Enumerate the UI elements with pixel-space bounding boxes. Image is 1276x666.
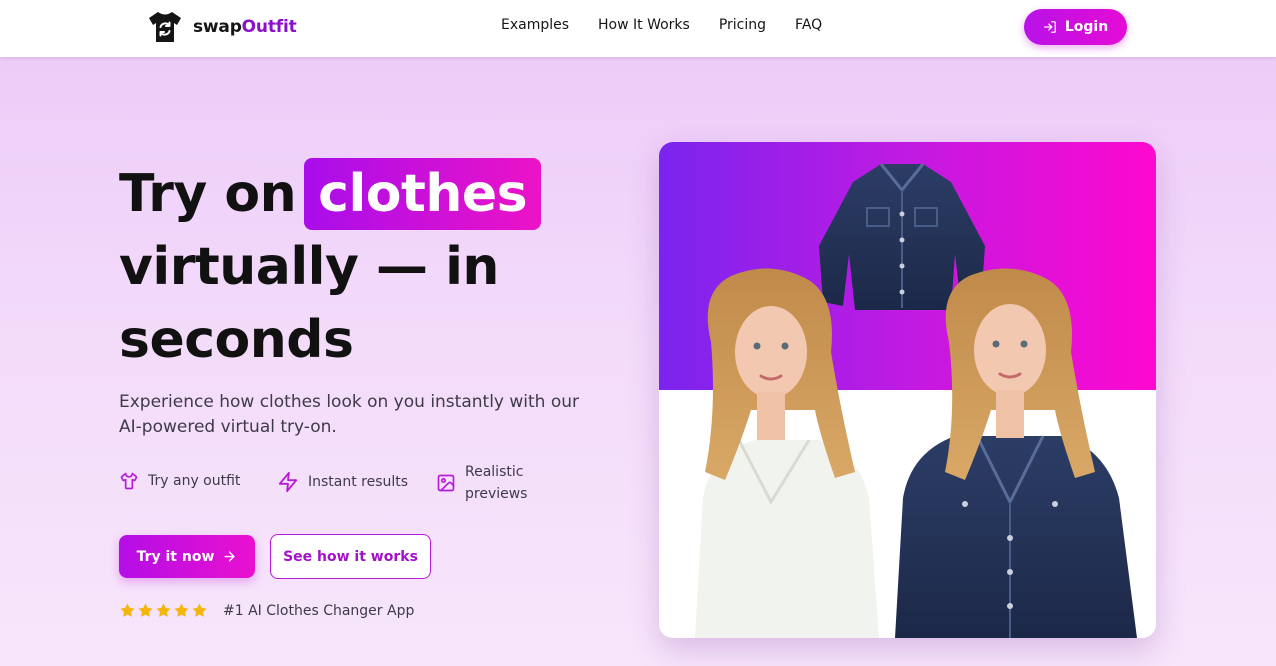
top-navbar: swapOutfit Examples How It Works Pricing… <box>0 0 1276 57</box>
star-icon <box>192 603 207 617</box>
star-icon <box>120 603 135 617</box>
login-icon <box>1043 21 1056 33</box>
hero-title-line1: Try on clothes <box>119 158 542 231</box>
hero-title-prefix: Try on <box>119 164 297 224</box>
feature-instant-results: Instant results <box>277 471 408 493</box>
hero-title-line2: virtually — in <box>119 237 499 297</box>
feature-label: Realistic previews <box>465 464 528 502</box>
feature-label: Try any outfit <box>148 473 241 489</box>
brand-name: swapOutfit <box>193 17 297 37</box>
see-how-it-works-label: See how it works <box>283 548 418 565</box>
star-icon <box>174 603 189 617</box>
try-it-now-label: Try it now <box>136 548 215 565</box>
shirt-icon <box>120 472 138 490</box>
see-how-it-works-button[interactable]: See how it works <box>270 534 431 579</box>
try-it-now-button[interactable]: Try it now <box>119 535 255 578</box>
brand-name-part2: Outfit <box>241 17 297 37</box>
feature-realistic-previews: Realistic previews <box>436 461 545 505</box>
nav-link-faq[interactable]: FAQ <box>795 17 822 33</box>
tryon-illustration <box>659 142 1156 638</box>
nav-link-pricing[interactable]: Pricing <box>719 17 766 33</box>
nav-link-how-it-works[interactable]: How It Works <box>598 17 690 33</box>
tshirt-swap-icon <box>149 12 181 42</box>
rating-text: #1 AI Clothes Changer App <box>223 602 415 619</box>
star-icon <box>156 603 171 617</box>
rating-stars <box>119 602 209 619</box>
login-button[interactable]: Login <box>1024 9 1127 45</box>
brand-name-part1: swap <box>193 17 242 37</box>
rating-row: #1 AI Clothes Changer App <box>119 602 414 619</box>
arrow-right-icon <box>224 551 235 562</box>
hero-subtitle: Experience how clothes look on you insta… <box>119 392 580 437</box>
star-icon <box>138 603 153 617</box>
lightning-icon <box>278 471 298 493</box>
image-icon <box>437 474 455 492</box>
nav-link-examples[interactable]: Examples <box>501 17 569 33</box>
hero-title-line3: seconds <box>119 310 354 370</box>
feature-try-any-outfit: Try any outfit <box>119 471 240 491</box>
feature-label: Instant results <box>308 474 409 490</box>
login-label: Login <box>1064 19 1109 35</box>
hero-title: Try on clothes virtually — in seconds <box>119 158 542 377</box>
hero-title-highlight: clothes <box>304 158 542 230</box>
brand-logo[interactable]: swapOutfit <box>147 10 297 44</box>
main-nav: Examples How It Works Pricing FAQ <box>501 17 851 33</box>
hero-tryon-image <box>659 142 1156 638</box>
